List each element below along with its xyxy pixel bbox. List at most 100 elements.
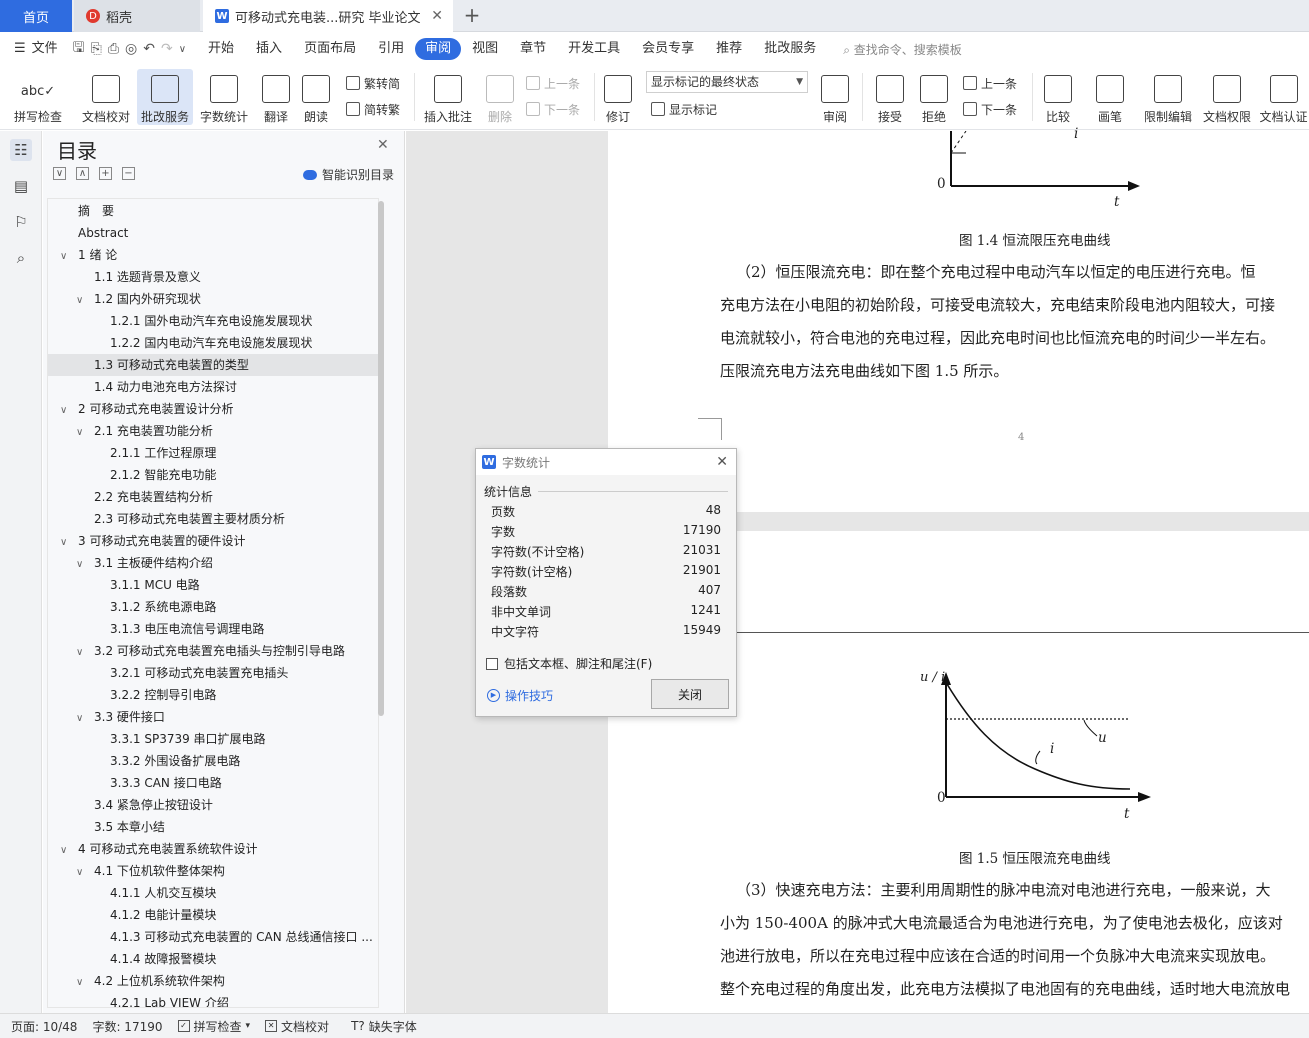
menu-item[interactable]: 插入: [245, 38, 293, 60]
proofread-button[interactable]: 文档校对: [78, 69, 134, 125]
menu-item[interactable]: 批改服务: [753, 38, 827, 60]
menu-item[interactable]: 审阅: [415, 38, 462, 60]
toc-toggle-icon[interactable]: ∨: [76, 708, 88, 728]
tab-document[interactable]: W 可移动式充电装...研究 毕业论文 ✕: [203, 0, 453, 32]
toc-item[interactable]: 2.2 充电装置结构分析: [48, 486, 378, 508]
track-changes-button[interactable]: 修订: [600, 69, 636, 125]
export-pdf-icon[interactable]: ⎘: [88, 41, 105, 57]
next-change-button[interactable]: 下一条: [963, 99, 1017, 119]
add-heading-icon[interactable]: +: [99, 167, 112, 180]
toc-item[interactable]: 3.3.3 CAN 接口电路: [48, 772, 378, 794]
toc-toggle-icon[interactable]: ∨: [76, 972, 88, 992]
grading-service-button[interactable]: 批改服务: [137, 69, 193, 125]
prev-change-button[interactable]: 上一条: [963, 73, 1017, 93]
toc-item[interactable]: 4.2.1 Lab VIEW 介绍: [48, 992, 378, 1007]
toc-item[interactable]: 4.1.4 故障报警模块: [48, 948, 378, 970]
word-count-indicator[interactable]: 字数: 17190: [81, 1018, 166, 1035]
close-tab-icon[interactable]: ✕: [431, 8, 443, 24]
toc-item[interactable]: 2.1.2 智能充电功能: [48, 464, 378, 486]
menu-item[interactable]: 会员专享: [631, 38, 705, 60]
read-aloud-button[interactable]: 朗读: [298, 69, 334, 125]
markup-mode-select[interactable]: 显示标记的最终状态 ▼: [646, 71, 808, 93]
toc-item[interactable]: ∨ 4 可移动式充电装置系统软件设计: [48, 838, 378, 860]
to-traditional-button[interactable]: 简转繁: [346, 99, 400, 119]
close-button[interactable]: 关闭: [651, 679, 729, 709]
toc-item[interactable]: 4.1.3 可移动式充电装置的 CAN 总线通信接口 ...: [48, 926, 378, 948]
show-markup-button[interactable]: 显示标记: [651, 99, 717, 119]
review-button[interactable]: 审阅: [815, 69, 855, 125]
document-permission-button[interactable]: 文档权限: [1199, 69, 1255, 125]
menu-item[interactable]: 推荐: [705, 38, 753, 60]
toc-item[interactable]: ∨ 3.2 可移动式充电装置充电插头与控制引导电路: [48, 640, 378, 662]
restrict-editing-button[interactable]: 限制编辑: [1140, 69, 1196, 125]
toc-item[interactable]: 1.4 动力电池充电方法探讨: [48, 376, 378, 398]
toc-item[interactable]: ∨ 1.2 国内外研究现状: [48, 288, 378, 310]
bookmark-icon[interactable]: ⚐: [10, 211, 32, 233]
toc-item[interactable]: 1.3 可移动式充电装置的类型: [48, 354, 378, 376]
toc-toggle-icon[interactable]: ∨: [60, 840, 72, 860]
missing-font-status[interactable]: T? 缺失字体: [333, 1018, 421, 1035]
toc-item[interactable]: 3.5 本章小结: [48, 816, 378, 838]
toc-item[interactable]: 2.3 可移动式充电装置主要材质分析: [48, 508, 378, 530]
toc-item[interactable]: ∨ 1 绪 论: [48, 244, 378, 266]
delete-comment-button[interactable]: 删除: [480, 69, 520, 125]
word-count-button[interactable]: 字数统计: [196, 69, 252, 125]
toc-toggle-icon[interactable]: ∨: [76, 290, 88, 310]
toc-toggle-icon[interactable]: ∨: [76, 554, 88, 574]
toc-item[interactable]: ∨ 3.1 主板硬件结构介绍: [48, 552, 378, 574]
toc-item[interactable]: ∨ 2 可移动式充电装置设计分析: [48, 398, 378, 420]
print-icon[interactable]: ⎙: [105, 41, 122, 57]
save-icon[interactable]: 🖫: [70, 37, 88, 61]
spell-check-button[interactable]: abc✓ 拼写检查: [10, 69, 66, 125]
expand-all-icon[interactable]: ∧: [76, 167, 89, 180]
toc-item[interactable]: 3.3.1 SP3739 串口扩展电路: [48, 728, 378, 750]
toc-item[interactable]: 4.1.1 人机交互模块: [48, 882, 378, 904]
insert-comment-button[interactable]: 插入批注: [420, 69, 476, 125]
close-icon[interactable]: ✕: [716, 454, 728, 470]
toc-item[interactable]: ∨ 3 可移动式充电装置的硬件设计: [48, 530, 378, 552]
toc-item[interactable]: ∨ 4.2 上位机系统软件架构: [48, 970, 378, 992]
document-auth-button[interactable]: 文档认证: [1258, 69, 1309, 125]
translate-button[interactable]: 翻译: [256, 69, 296, 125]
page-indicator[interactable]: 页面: 10/48: [0, 1018, 81, 1035]
next-comment-button[interactable]: 下一条: [526, 99, 580, 119]
new-tab-button[interactable]: +: [460, 4, 484, 28]
toc-toggle-icon[interactable]: ∨: [60, 400, 72, 420]
toc-item[interactable]: 2.1.1 工作过程原理: [48, 442, 378, 464]
spell-check-toggle[interactable]: ✓ 拼写检查 ▾: [167, 1018, 255, 1035]
collapse-all-icon[interactable]: ∨: [53, 167, 66, 180]
prev-comment-button[interactable]: 上一条: [526, 73, 580, 93]
pen-button[interactable]: 画笔: [1090, 69, 1130, 125]
close-icon[interactable]: ✕: [377, 137, 389, 153]
reject-button[interactable]: 拒绝: [914, 69, 954, 125]
file-menu[interactable]: ☰ 文件: [0, 38, 70, 60]
toc-scrollbar[interactable]: [378, 201, 384, 716]
toc-item[interactable]: 摘 要: [48, 200, 378, 222]
toc-toggle-icon[interactable]: ∨: [76, 862, 88, 882]
find-icon[interactable]: ⌕: [10, 247, 32, 269]
toc-item[interactable]: 3.1.3 电压电流信号调理电路: [48, 618, 378, 640]
tab-home[interactable]: 首页: [0, 0, 72, 32]
toc-item[interactable]: 4.1.2 电能计量模块: [48, 904, 378, 926]
smart-toc-button[interactable]: 智能识别目录: [303, 166, 394, 183]
toc-item[interactable]: 3.1.2 系统电源电路: [48, 596, 378, 618]
toc-nav-icon[interactable]: ☷: [10, 139, 32, 161]
toc-item[interactable]: ∨ 4.1 下位机软件整体架构: [48, 860, 378, 882]
toc-item[interactable]: 1.2.1 国外电动汽车充电设施发展现状: [48, 310, 378, 332]
toc-item[interactable]: ∨ 3.3 硬件接口: [48, 706, 378, 728]
accept-button[interactable]: 接受: [870, 69, 910, 125]
menu-item[interactable]: 开发工具: [557, 38, 631, 60]
compare-button[interactable]: 比较: [1038, 69, 1078, 125]
toc-toggle-icon[interactable]: ∨: [76, 642, 88, 662]
command-search[interactable]: ⌕ 查找命令、搜索模板: [843, 41, 962, 58]
toc-item[interactable]: 3.1.1 MCU 电路: [48, 574, 378, 596]
toc-item[interactable]: 3.3.2 外围设备扩展电路: [48, 750, 378, 772]
proofread-status[interactable]: ✕ 文档校对: [254, 1018, 333, 1035]
tips-link[interactable]: ▶ 操作技巧: [487, 687, 553, 704]
toc-toggle-icon[interactable]: ∨: [60, 246, 72, 266]
toc-toggle-icon[interactable]: ∨: [76, 422, 88, 442]
menu-item[interactable]: 开始: [197, 38, 245, 60]
toc-item[interactable]: 3.2.1 可移动式充电装置充电插头: [48, 662, 378, 684]
customize-chevron-icon[interactable]: ∨: [176, 44, 189, 55]
print-preview-icon[interactable]: ◎: [122, 41, 140, 57]
